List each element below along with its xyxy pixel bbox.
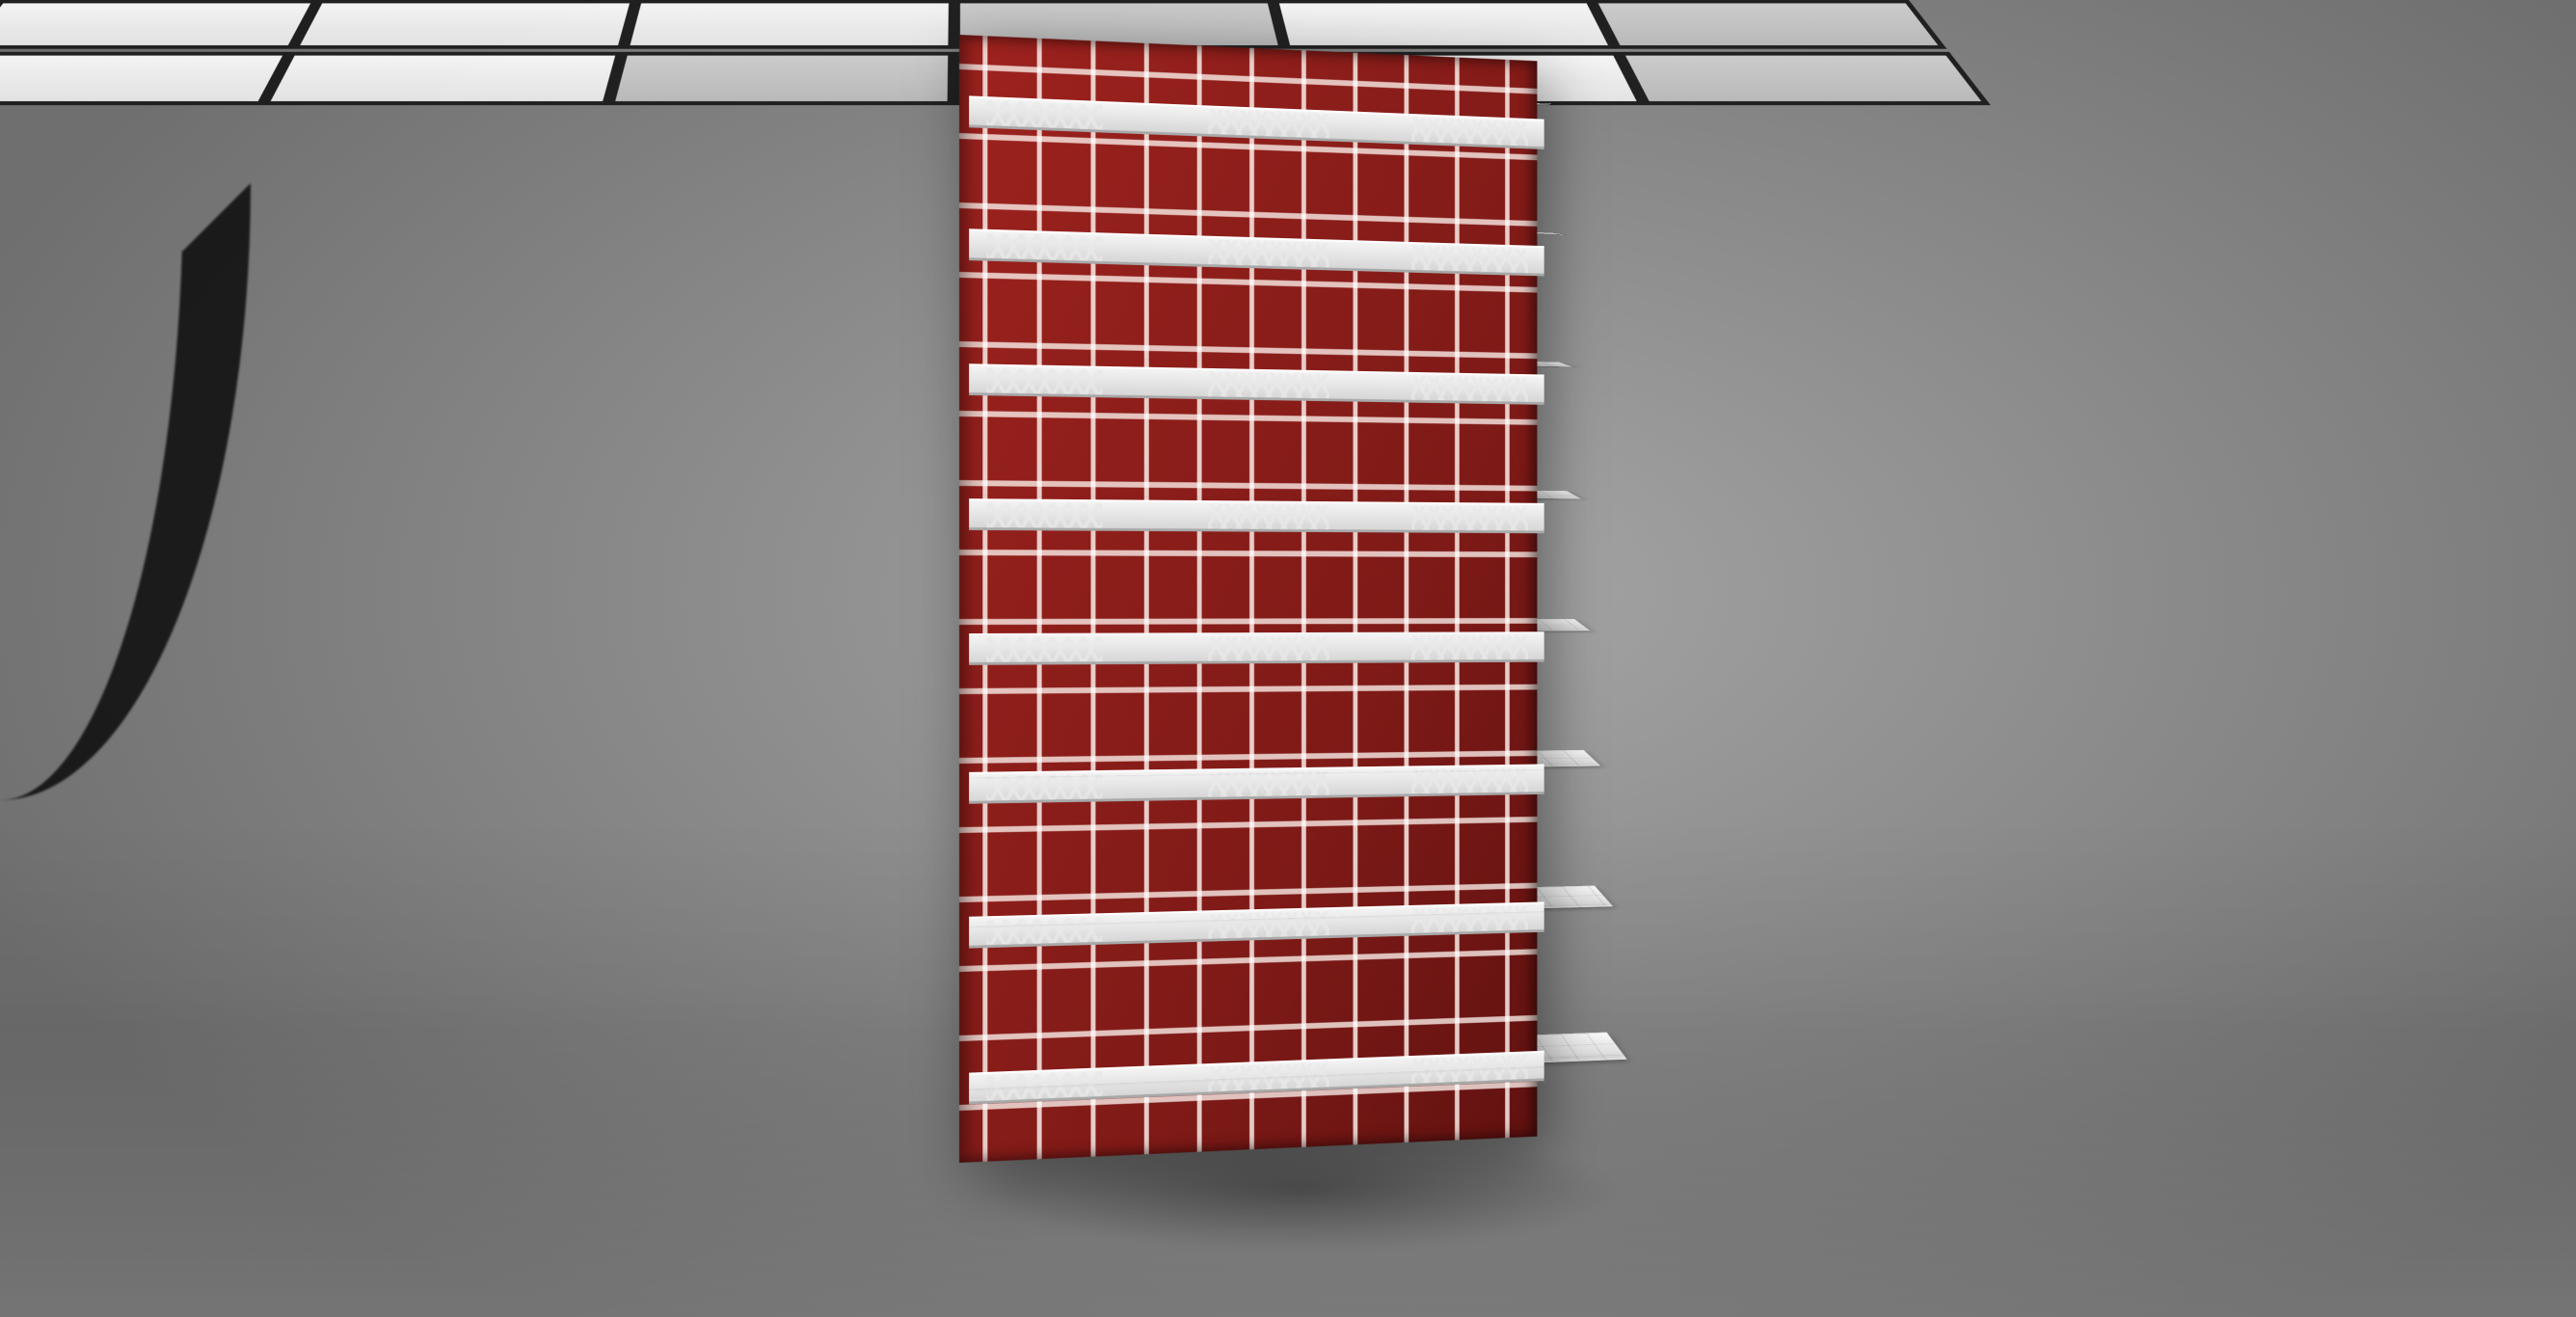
shelf-row	[959, 349, 1537, 405]
bracket-truss	[986, 917, 1102, 945]
bracket-truss	[986, 637, 1102, 662]
bracket-truss	[986, 1071, 1102, 1101]
bracket-truss	[986, 502, 1102, 528]
shelf-bracket-bar	[969, 632, 1544, 665]
bracket-truss	[1411, 906, 1528, 933]
bracket-truss	[986, 368, 1102, 395]
bracket-truss	[1208, 240, 1328, 268]
shelf-row	[959, 81, 1537, 149]
shelf-bracket-bar	[969, 1051, 1544, 1105]
pegboard-panel	[959, 35, 1537, 1163]
bracket-truss	[1411, 118, 1528, 147]
bracket-truss	[1208, 911, 1328, 939]
product-shadow	[926, 1138, 1677, 1311]
render-scene	[0, 0, 2576, 1317]
shelf-bracket-bar	[969, 901, 1544, 948]
bracket-truss	[1411, 246, 1528, 273]
bracket-truss	[986, 233, 1102, 261]
shelf-row	[959, 214, 1537, 276]
skylight-pane	[1618, 52, 1991, 105]
shelf-row	[959, 618, 1537, 665]
bracket-truss	[1411, 1055, 1528, 1084]
skylight-pane	[623, 0, 954, 49]
bracket-truss	[986, 774, 1102, 801]
shelf-bracket-bar	[969, 95, 1544, 149]
bracket-truss	[1208, 109, 1328, 138]
bracket-truss	[1208, 504, 1328, 529]
shelf-row	[959, 484, 1537, 533]
skylight-pane	[0, 0, 318, 49]
shelf-plate	[965, 619, 1591, 632]
bracket-truss	[986, 100, 1102, 130]
skylight-pane	[608, 52, 954, 105]
shelf-bracket-bar	[969, 764, 1544, 803]
bracket-truss	[1208, 372, 1328, 399]
shelf-plate	[965, 485, 1582, 498]
bracket-truss	[1411, 506, 1528, 531]
skylight-pane	[0, 52, 290, 105]
pegboard-assembly	[959, 35, 1557, 1163]
bracket-truss	[1208, 1062, 1328, 1091]
shelf-row	[959, 1037, 1537, 1105]
skylight-pane	[262, 52, 622, 105]
skylight-pane	[292, 0, 636, 49]
shelf-row	[959, 888, 1537, 949]
backdrop-edge	[0, 183, 251, 800]
bracket-truss	[1208, 636, 1328, 661]
skylight-pane	[1591, 0, 1946, 49]
bracket-truss	[1208, 771, 1328, 797]
shelf-bracket-bar	[969, 498, 1544, 533]
bracket-truss	[1411, 376, 1528, 402]
shelf-row	[959, 750, 1537, 804]
bracket-truss	[1411, 768, 1528, 794]
bracket-truss	[1411, 635, 1528, 659]
shelf-bracket-bar	[969, 363, 1544, 405]
shelf-bracket-bar	[969, 228, 1544, 276]
